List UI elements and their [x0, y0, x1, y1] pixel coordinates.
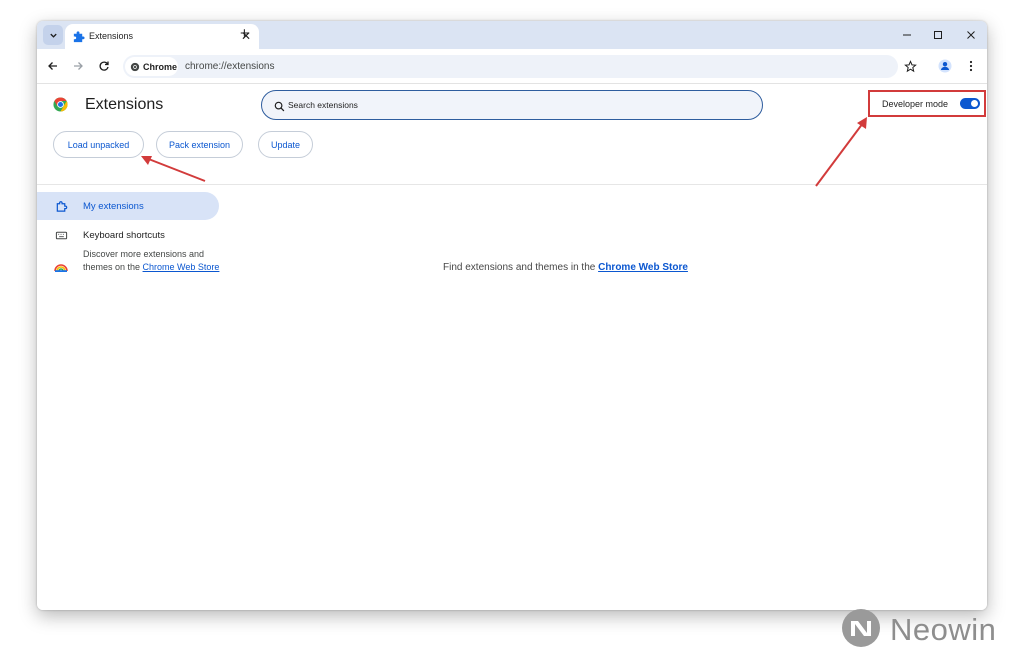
site-chip-label: Chrome	[143, 61, 178, 72]
toggle-knob	[971, 100, 978, 107]
empty-state-prefix: Find extensions and themes in the	[443, 262, 599, 273]
site-chip[interactable]: Chrome	[125, 57, 178, 76]
omnibox[interactable]: Chrome chrome://extensions	[123, 55, 898, 78]
search-box[interactable]	[261, 90, 763, 120]
developer-mode-highlight: Developer mode	[868, 90, 986, 117]
chevron-down-icon	[49, 33, 57, 38]
tab-search-button[interactable]	[43, 25, 63, 45]
sidebar-item-my-extensions[interactable]: My extensions	[37, 192, 219, 220]
arrow-right-icon	[74, 62, 83, 70]
search-icon	[274, 99, 285, 117]
minimize-button[interactable]	[899, 27, 915, 43]
discover-text: Discover more extensions and themes on t…	[83, 248, 223, 274]
watermark-text: Neowin	[890, 612, 997, 647]
close-window-button[interactable]	[963, 27, 979, 43]
empty-state-message: Find extensions and themes in the Chrome…	[443, 262, 688, 273]
empty-state-web-store-link[interactable]: Chrome Web Store	[598, 262, 688, 273]
maximize-button[interactable]	[930, 27, 946, 43]
neowin-logo-icon	[842, 609, 880, 647]
extensions-page: Extensions Developer mode Load unpacked …	[37, 85, 987, 610]
header-divider	[37, 184, 987, 185]
chrome-logo-icon	[53, 97, 68, 112]
tab-strip: Extensions ✕ +	[37, 21, 987, 49]
tab-extensions[interactable]: Extensions ✕	[65, 24, 259, 49]
new-tab-button[interactable]: +	[240, 26, 249, 42]
star-icon	[903, 59, 917, 72]
url-text: chrome://extensions	[185, 61, 275, 72]
sidebar-item-label: Keyboard shortcuts	[83, 230, 165, 241]
developer-mode-label: Developer mode	[882, 99, 949, 109]
puzzle-icon	[73, 31, 85, 43]
pack-extension-button[interactable]: Pack extension	[156, 131, 243, 158]
sidebar-item-label: My extensions	[83, 201, 144, 212]
puzzle-icon	[56, 201, 68, 212]
bookmark-star-button[interactable]	[902, 58, 918, 74]
keyboard-icon	[55, 231, 68, 240]
reload-button[interactable]	[96, 58, 112, 74]
minimize-icon	[903, 34, 911, 36]
load-unpacked-button[interactable]: Load unpacked	[53, 131, 144, 158]
menu-button[interactable]	[963, 58, 979, 74]
neowin-watermark: Neowin	[840, 607, 1010, 651]
forward-button[interactable]	[70, 58, 86, 74]
tab-title: Extensions	[89, 31, 134, 41]
web-store-icon	[54, 264, 68, 272]
maximize-icon	[934, 31, 942, 39]
browser-window: Extensions ✕ + Chrome chrome://extension…	[37, 21, 987, 610]
update-button[interactable]: Update	[258, 131, 313, 158]
sidebar-item-keyboard-shortcuts[interactable]: Keyboard shortcuts	[37, 221, 219, 249]
developer-mode-toggle[interactable]	[960, 98, 980, 109]
reload-icon	[99, 61, 109, 71]
back-button[interactable]	[45, 58, 61, 74]
close-icon	[967, 31, 975, 39]
toolbar: Chrome chrome://extensions	[37, 49, 987, 84]
chrome-icon	[130, 62, 140, 71]
more-vert-icon	[969, 60, 973, 72]
search-input[interactable]	[288, 98, 748, 112]
avatar-icon	[938, 59, 952, 73]
page-title: Extensions	[85, 96, 164, 113]
web-store-link[interactable]: Chrome Web Store	[143, 262, 220, 272]
arrow-left-icon	[48, 62, 57, 70]
profile-button[interactable]	[937, 58, 953, 74]
